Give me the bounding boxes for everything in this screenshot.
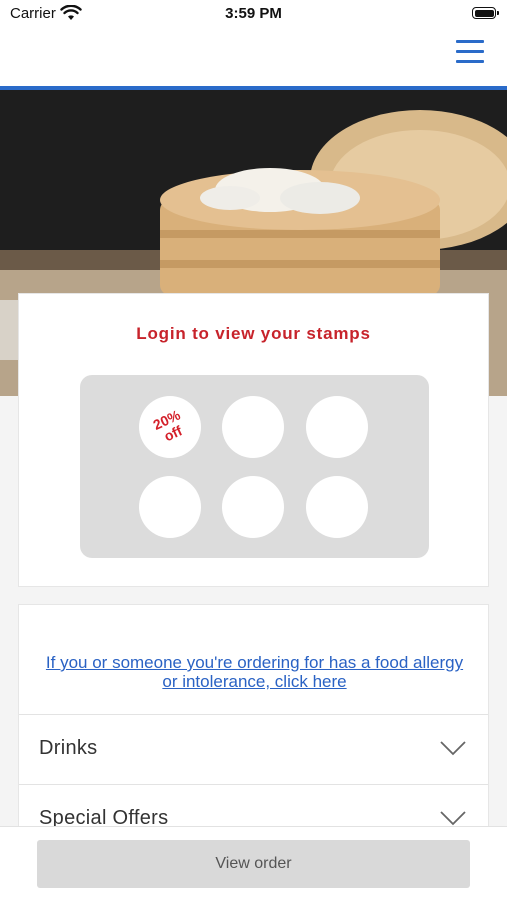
category-drinks[interactable]: Drinks [19, 714, 488, 785]
category-label: Drinks [39, 737, 98, 759]
allergy-info-link[interactable]: If you or someone you're ordering for ha… [39, 653, 470, 691]
chevron-down-icon [440, 811, 466, 826]
bottom-bar: View order [0, 826, 507, 901]
chevron-down-icon [440, 741, 466, 756]
hamburger-menu-icon[interactable] [456, 40, 484, 66]
stamp-slot [306, 396, 368, 458]
stamp-slot [222, 396, 284, 458]
stamp-login-prompt[interactable]: Login to view your stamps [19, 324, 488, 344]
menu-card: If you or someone you're ordering for ha… [18, 604, 489, 844]
stamp-grid: 20% off [80, 375, 429, 558]
stamp-slot [222, 476, 284, 538]
status-bar: Carrier 3:59 PM [0, 0, 507, 30]
stamp-slot [306, 476, 368, 538]
status-time: 3:59 PM [225, 5, 282, 22]
view-order-button[interactable]: View order [37, 840, 470, 888]
battery-icon [472, 7, 499, 19]
app-header [0, 30, 507, 90]
reward-label: 20% off [150, 406, 185, 445]
stamp-slot-reward: 20% off [139, 396, 201, 458]
stamp-slot [139, 476, 201, 538]
stamp-card: Login to view your stamps 20% off [18, 293, 489, 587]
